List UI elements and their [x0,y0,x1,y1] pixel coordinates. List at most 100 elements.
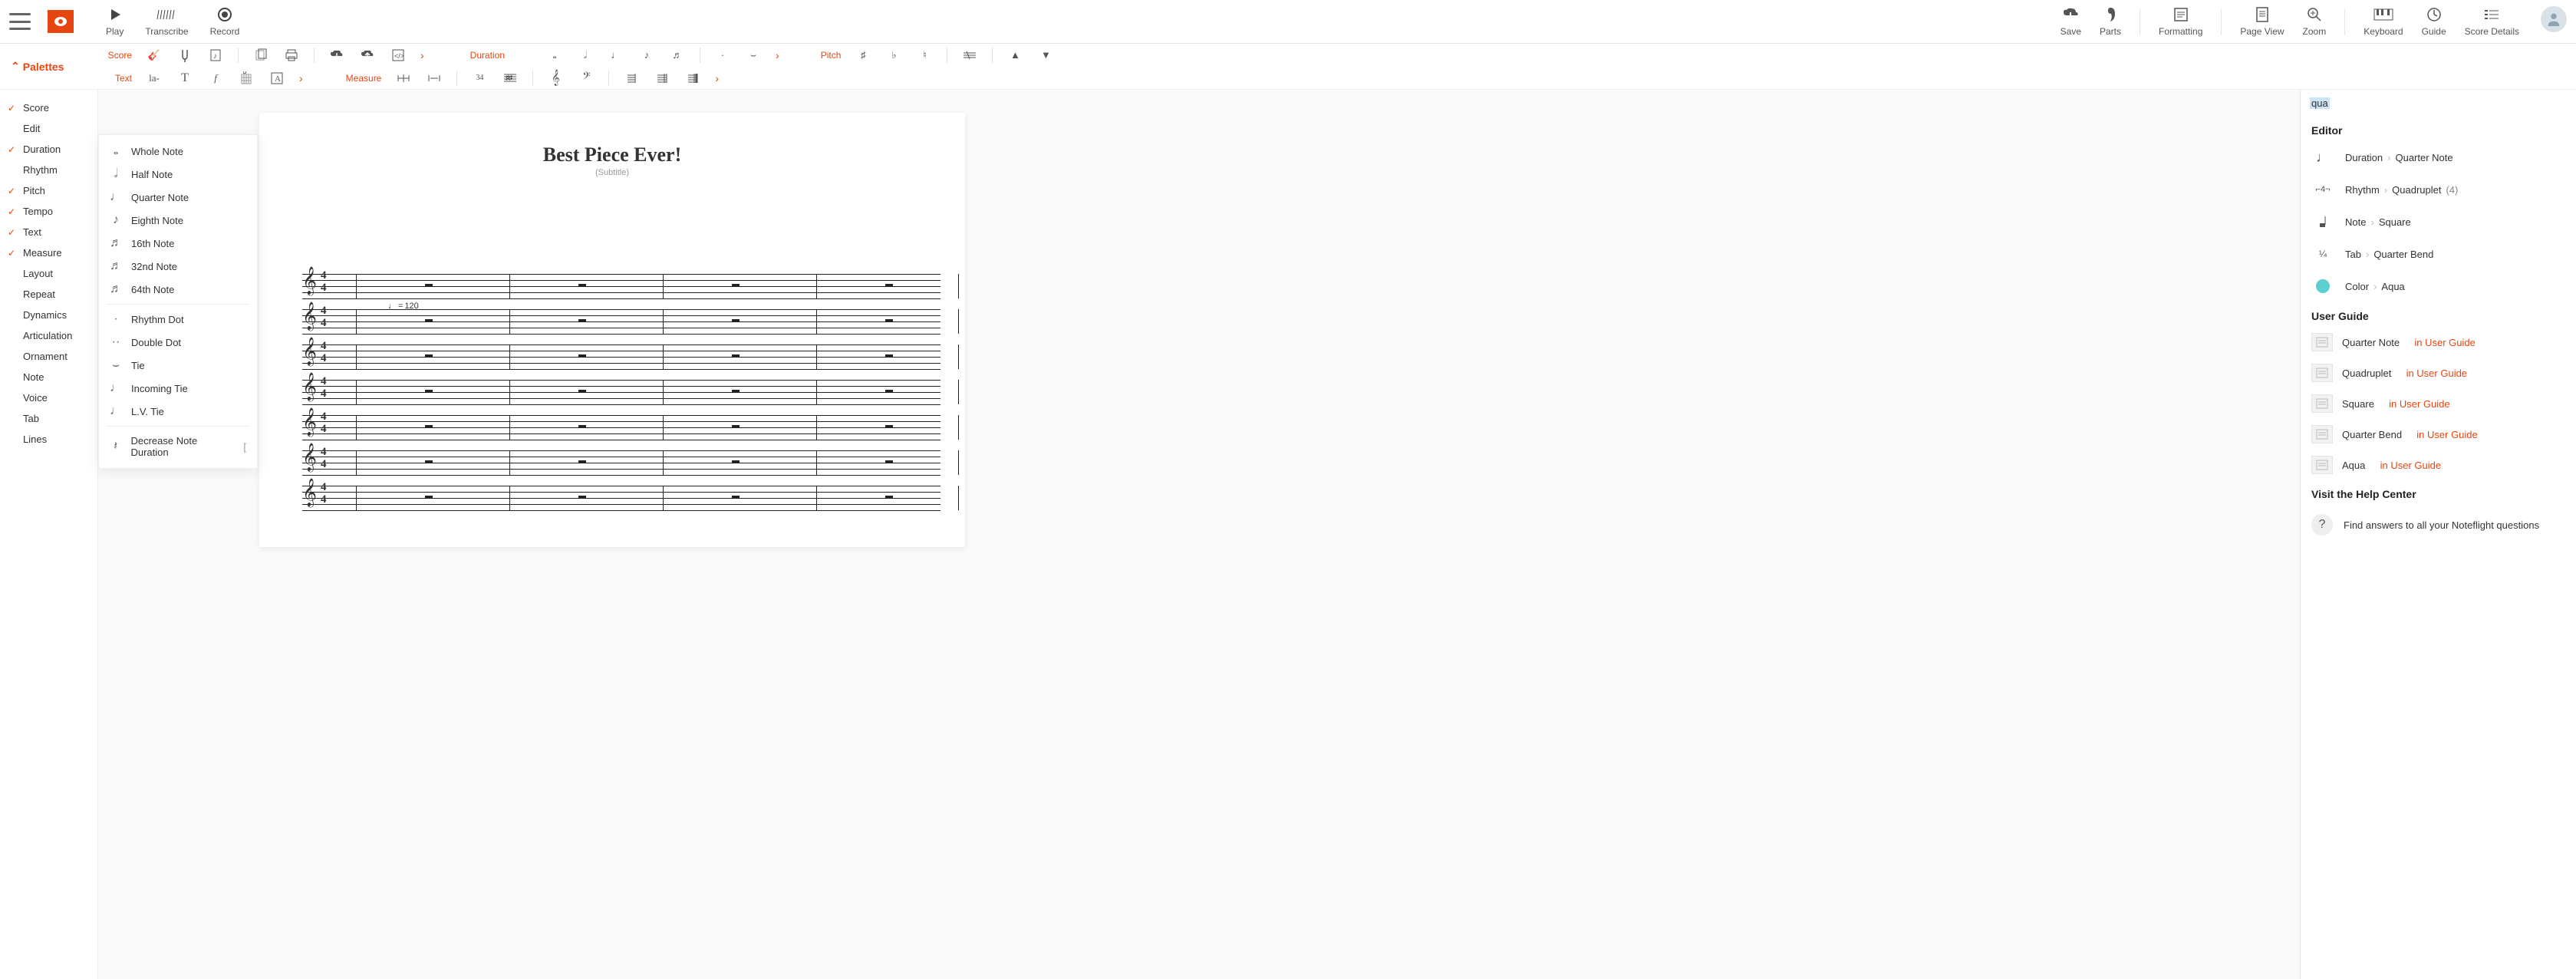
duration-menu-incoming-tie[interactable]: ♩Incoming Tie [99,377,257,400]
sixteenth-note-icon[interactable]: ♬ [669,47,686,64]
chord-diagram-icon[interactable]: D [238,70,255,87]
staff-row[interactable]: 𝄞44 [284,375,940,409]
palette-item-duration[interactable]: ✓Duration [0,139,97,160]
score-subtitle[interactable]: (Subtitle) [284,168,940,177]
palette-item-dynamics[interactable]: ✓Dynamics [0,305,97,325]
palette-item-text[interactable]: ✓Text [0,222,97,242]
palette-item-measure[interactable]: ✓Measure [0,242,97,263]
chevron-right-icon[interactable]: › [420,49,424,61]
barline-double-icon[interactable] [654,70,670,87]
half-note-icon[interactable]: 𝅗𝅥 [577,47,594,64]
guide-result-quarter-note[interactable]: Quarter Note in User Guide [2301,327,2576,358]
duration-menu-double-dot[interactable]: ··Double Dot [99,331,257,354]
treble-clef-icon[interactable]: 𝄞 [547,70,564,87]
guide-button[interactable]: Guide [2422,6,2446,37]
palette-item-tempo[interactable]: ✓Tempo [0,201,97,222]
palette-item-articulation[interactable]: ✓Articulation [0,325,97,346]
staff-row[interactable]: 𝄞44 [284,340,940,374]
formatting-button[interactable]: Formatting [2159,6,2202,37]
palette-item-lines[interactable]: ✓Lines [0,429,97,450]
app-logo[interactable] [48,10,74,33]
chevron-right-icon[interactable]: › [299,72,303,84]
dynamics-f-icon[interactable]: f [207,70,224,87]
tie-icon[interactable]: ⌣ [745,47,762,64]
palette-item-rhythm[interactable]: ✓Rhythm [0,160,97,180]
chevron-right-icon[interactable]: › [776,49,779,61]
palette-item-layout[interactable]: ✓Layout [0,263,97,284]
parts-button[interactable]: Parts [2100,6,2121,37]
staff-row[interactable]: 𝄞44 [284,269,940,303]
pageview-button[interactable]: Page View [2240,6,2284,37]
duration-menu-quarter-note[interactable]: ♩Quarter Note [99,186,257,209]
natural-icon[interactable]: ♮ [916,47,933,64]
palette-item-ornament[interactable]: ✓Ornament [0,346,97,367]
search-result-square[interactable]: Note›Square [2301,206,2576,238]
save-button[interactable]: Save [2060,6,2081,37]
help-center-link[interactable]: ? Find answers to all your Noteflight qu… [2301,505,2576,545]
duration-menu-tie[interactable]: ⌣Tie [99,354,257,377]
guide-result-square[interactable]: Square in User Guide [2301,388,2576,419]
palette-item-score[interactable]: ✓Score [0,97,97,118]
zoom-button[interactable]: Zoom [2303,6,2327,37]
guide-result-quarter-bend[interactable]: Quarter Bend in User Guide [2301,419,2576,450]
duration-menu-half-note[interactable]: 𝅗𝅥Half Note [99,163,257,186]
search-input[interactable]: qua [2310,97,2330,109]
search-result-aqua[interactable]: Color›Aqua [2301,270,2576,302]
play-button[interactable]: Play [106,6,124,37]
whole-note-icon[interactable]: 𝅝 [546,47,563,64]
palette-item-edit[interactable]: ✓Edit [0,118,97,139]
palette-item-tab[interactable]: ✓Tab [0,408,97,429]
palette-item-note[interactable]: ✓Note [0,367,97,387]
duration-menu-l.v.-tie[interactable]: ♩L.V. Tie [99,400,257,423]
quarter-note-icon[interactable]: ♩ [608,47,624,64]
sharp-icon[interactable]: ♯ [855,47,871,64]
cloud-up-icon[interactable] [359,47,376,64]
score-canvas[interactable]: Best Piece Ever! (Subtitle) 𝄞44𝄞44𝄞44𝄞44… [98,90,2300,979]
palette-item-voice[interactable]: ✓Voice [0,387,97,408]
user-avatar[interactable] [2541,6,2567,32]
palette-item-repeat[interactable]: ✓Repeat [0,284,97,305]
add-measure-icon[interactable] [395,70,412,87]
barline-normal-icon[interactable] [623,70,640,87]
tuning-fork-icon[interactable] [176,47,193,64]
tempo-marking[interactable]: ♩ = 120 [388,302,419,311]
search-result-quadruplet[interactable]: ⌐4¬Rhythm›Quadruplet(4) [2301,173,2576,206]
staff-row[interactable]: 𝄞44 [284,446,940,480]
print-icon[interactable] [283,47,300,64]
octave-up-icon[interactable]: ▲ [1006,47,1023,64]
keysig-icon[interactable]: ♯♯ [502,70,519,87]
duration-menu-64th-note[interactable]: ♬64th Note [99,278,257,301]
barline-final-icon[interactable] [684,70,701,87]
duration-menu-32nd-note[interactable]: ♬32nd Note [99,255,257,278]
record-button[interactable]: Record [210,6,240,37]
scoredetails-button[interactable]: Score Details [2465,6,2519,37]
duration-menu-rhythm-dot[interactable]: ·Rhythm Dot [99,308,257,331]
flat-icon[interactable]: ♭ [885,47,902,64]
duration-menu-eighth-note[interactable]: ♪Eighth Note [99,209,257,232]
staff-row[interactable]: 𝄞44 [284,410,940,444]
search-result-quarter-bend[interactable]: ¼Tab›Quarter Bend [2301,238,2576,270]
lyrics-icon[interactable]: la- [146,70,163,87]
document-music-icon[interactable]: ♪ [207,47,224,64]
duration-menu-decrease-note-duration[interactable]: 𝄽Decrease Note Duration[ [99,430,257,463]
embed-icon[interactable]: </> [390,47,407,64]
text-t-icon[interactable]: T [176,70,193,87]
enharmonic-icon[interactable] [961,47,978,64]
staff-row[interactable]: 𝄞44 [284,305,940,338]
chevron-right-icon[interactable]: › [715,72,719,84]
search-result-quarter-note[interactable]: ♩Duration›Quarter Note [2301,141,2576,173]
timesig-icon[interactable]: 34 [471,70,488,87]
score-title[interactable]: Best Piece Ever! [284,143,940,166]
dot-icon[interactable]: · [714,47,731,64]
keyboard-button[interactable]: Keyboard [2364,6,2403,37]
eighth-note-icon[interactable]: ♪ [638,47,655,64]
duration-menu-whole-note[interactable]: 𝅝Whole Note [99,140,257,163]
guide-result-quadruplet[interactable]: Quadruplet in User Guide [2301,358,2576,388]
palette-item-pitch[interactable]: ✓Pitch [0,180,97,201]
duration-menu-16th-note[interactable]: ♬16th Note [99,232,257,255]
staff-row[interactable]: 𝄞44 [284,481,940,515]
guitar-icon[interactable]: 🎸 [146,47,163,64]
guide-result-aqua[interactable]: Aqua in User Guide [2301,450,2576,480]
palettes-toggle[interactable]: ⌃ Palettes [11,60,80,73]
menu-icon[interactable] [9,13,31,30]
